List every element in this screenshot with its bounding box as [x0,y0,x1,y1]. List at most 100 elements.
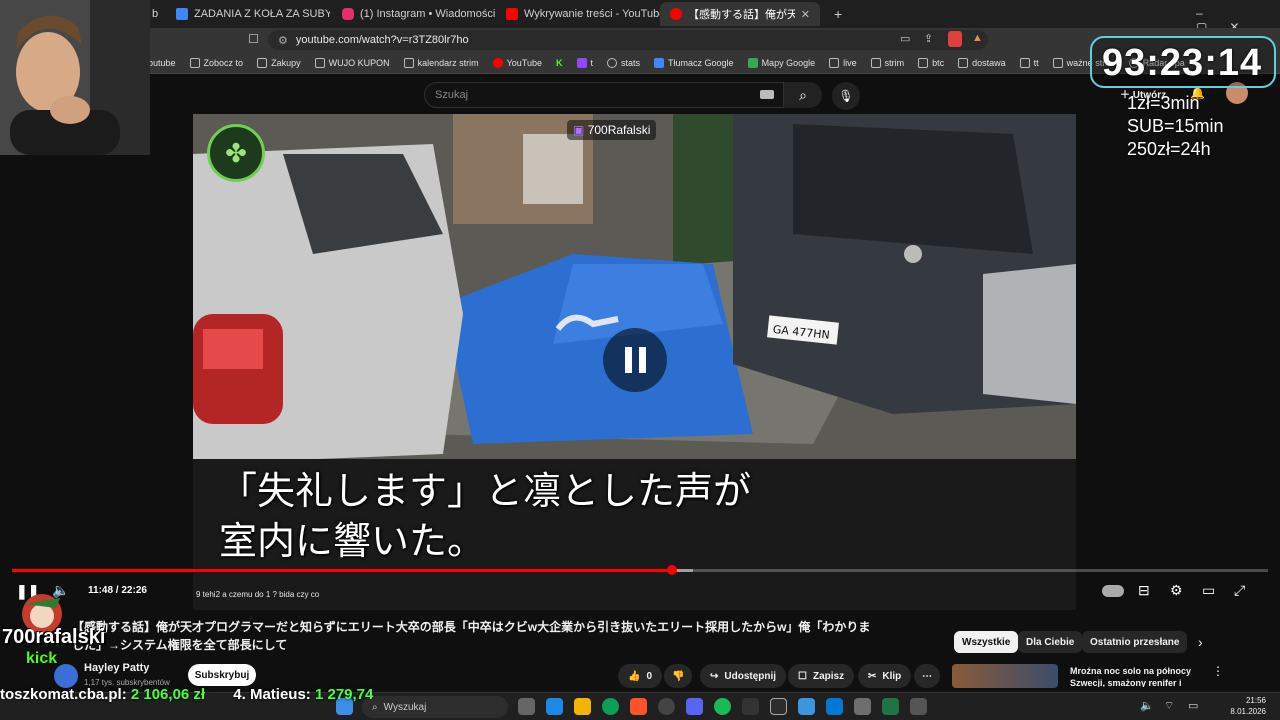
app-icon[interactable] [770,698,787,715]
scissors-icon: ✂ [868,670,877,682]
bookmark-item[interactable]: Zobocz to [189,57,243,68]
bookmark-item[interactable]: btc [918,57,945,68]
dislike-button[interactable]: 👎 [664,664,693,688]
bookmark-item[interactable]: stats [607,57,640,68]
recommended-thumbnail[interactable] [952,664,1058,688]
bookmark-item[interactable]: YouTube [492,57,542,68]
share-icon[interactable]: ⇪ [924,32,933,45]
recommended-menu-icon[interactable]: ⋮ [1212,664,1224,678]
bookmark-item[interactable]: strim [870,57,904,68]
app-icon[interactable] [854,698,871,715]
progress-bar[interactable] [12,565,1268,575]
bookmark-item[interactable]: Tłumacz Google [654,57,734,68]
video-player[interactable]: GA 477HN ✤ ▣ 700Rafalski 「失礼します」と凛とした声が … [193,114,1076,610]
chrome-icon[interactable] [602,698,619,715]
bookmark-item[interactable]: t [576,57,593,68]
search-input[interactable]: Szukaj [424,82,784,108]
tab-video-label: 【感動する話】俺が天才プログラマ [688,9,795,21]
fullscreen-icon[interactable]: ⤢ [1234,582,1245,599]
battery-icon[interactable]: ▭ [1188,699,1198,712]
bookmark-item[interactable]: live [829,57,857,68]
share-button[interactable]: ↪ Udostępnij [700,664,787,688]
bookmark-item[interactable]: Zakupy [257,57,301,68]
app-icon[interactable] [798,698,815,715]
recommended-title[interactable]: Mroźna noc solo na północy Szwecji, smaż… [1070,665,1210,687]
autoplay-toggle[interactable] [1102,585,1124,597]
tab-docs[interactable]: ZADANIA Z KOŁA ZA SUBY - Dokume [166,2,330,26]
app-icon[interactable] [910,698,927,715]
chevron-right-icon[interactable]: › [1198,634,1203,650]
tab-partial[interactable]: b [150,2,166,26]
keyboard-icon[interactable] [760,90,774,99]
twitch-name: 700Rafalski [587,123,651,137]
save-button[interactable]: ☐ Zapisz [788,664,855,688]
like-button[interactable]: 👍 0 [618,664,663,688]
channel-logo-icon: ✤ [207,124,265,182]
bookmark-item[interactable]: outube [148,58,176,68]
obs-icon[interactable] [658,698,675,715]
thumbs-down-icon: 👎 [672,670,685,682]
tab-yt-studio[interactable]: Wykrywanie treści - YouTube Studio [496,2,660,26]
docs-icon [176,8,188,20]
twitch-icon [576,57,587,68]
bookmarks-bar: outube Zobocz to Zakupy WUJO KUPON kalen… [0,52,1280,74]
rate-line: 250zł=24h [1127,139,1211,159]
bookmark-item[interactable]: dostawa [958,57,1006,68]
microphone-icon: 🎙 [838,89,854,103]
bookmark-label: btc [932,57,945,68]
site-info-icon[interactable]: ⚙ [278,34,288,47]
bookmark-item[interactable]: WUJO KUPON [314,57,390,68]
bookmark-page-icon[interactable]: ☐ [248,32,259,46]
webcam-overlay [0,0,150,155]
bookmark-item[interactable]: kalendarz strim [403,57,479,68]
app-icon[interactable] [826,698,843,715]
task-view-icon[interactable] [518,698,535,715]
rewards-icon[interactable]: ▲ [972,32,983,44]
theater-mode-icon[interactable]: ▭ [1202,582,1215,599]
subscribe-button[interactable]: Subskrybuj [188,664,256,686]
bookmark-item[interactable]: Mapy Google [747,57,815,68]
widgets-icon[interactable] [546,698,563,715]
discord-icon[interactable] [686,698,703,715]
taskbar-clock[interactable]: 21:56 8.01.2026 [1230,695,1266,717]
tab-video-active[interactable]: 【感動する話】俺が天才プログラマ ✕ [660,2,820,26]
folder-icon [1019,57,1030,68]
bookmark-item[interactable]: tt [1019,57,1039,68]
volume-icon[interactable]: 🔈 [1140,699,1154,712]
file-explorer-icon[interactable] [574,698,591,715]
more-dots-icon: ⋯ [922,670,932,682]
chip-recent[interactable]: Ostatnio przesłane [1082,631,1188,653]
app-icon[interactable] [882,698,899,715]
tab-docs-label: ZADANIA Z KOŁA ZA SUBY - Dokume [194,8,330,20]
brave-icon[interactable] [630,698,647,715]
cast-icon[interactable]: ▭ [900,32,910,45]
video-title-line: 【感動する話】俺が天才プログラマーだと知らずにエリート大卒の部長「中卒はクビw大… [72,620,871,634]
more-actions-button[interactable]: ⋯ [914,664,940,688]
steam-icon[interactable] [742,698,759,715]
chip-for-you[interactable]: Dla Ciebie [1018,631,1083,653]
search-icon: ⌕ [799,86,807,103]
tab-instagram-label: (1) Instagram • Wiadomości [360,8,496,20]
player-controls: ❚❚ 🔈 11:48 / 22:26 9 tehi2 a czemu do 1 … [0,580,1280,604]
bookmark-item[interactable]: K [556,58,563,68]
clip-button[interactable]: ✂ Klip [858,664,912,688]
translate-icon [654,57,665,68]
timer-value: 93:23:14 [1102,42,1263,84]
wifi-icon[interactable]: ⌔ [1164,699,1174,713]
url-field[interactable]: ⚙ youtube.com/watch?v=r3TZ80lr7ho [268,30,988,50]
settings-gear-icon[interactable]: ⚙ [1170,582,1183,599]
close-tab-icon[interactable]: ✕ [801,8,810,21]
browser-tab-strip: b ZADANIA Z KOŁA ZA SUBY - Dokume (1) In… [0,0,1280,34]
brave-shield-icon[interactable] [948,31,962,47]
kick-channel-logo: 700rafalski kick [2,590,106,676]
spotify-icon[interactable] [714,698,731,715]
search-button[interactable]: ⌕ [784,82,822,108]
chip-all[interactable]: Wszystkie [954,631,1019,653]
clock-time: 21:56 [1245,696,1266,705]
folder-icon [870,57,881,68]
new-tab-button[interactable]: + [824,2,846,26]
captions-icon[interactable]: ⊟ [1138,582,1150,599]
voice-search-button[interactable]: 🎙 [832,82,860,110]
pause-overlay-icon[interactable] [603,328,667,392]
tab-instagram[interactable]: (1) Instagram • Wiadomości [332,2,496,26]
